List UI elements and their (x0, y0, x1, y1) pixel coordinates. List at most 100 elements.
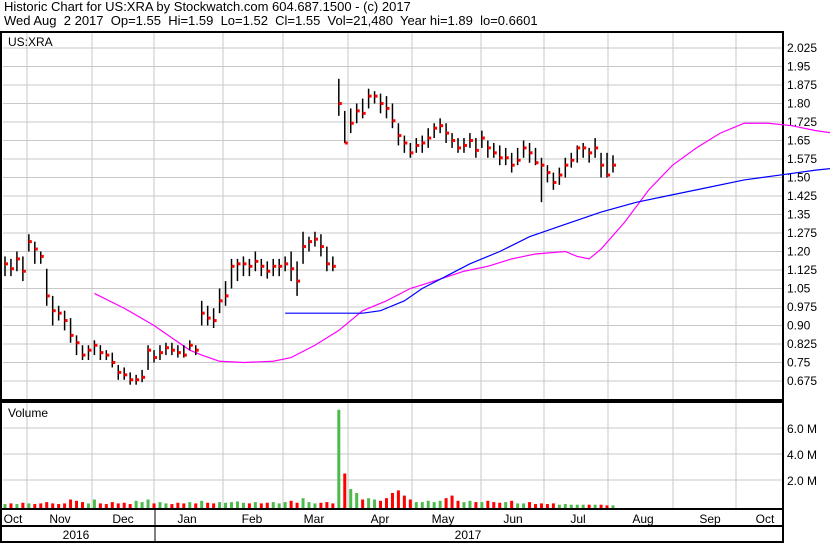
close-tick (10, 267, 14, 271)
price-tick-label: 0.975 (787, 300, 817, 314)
volume-bar (21, 502, 25, 508)
close-tick (487, 146, 491, 150)
close-tick (243, 262, 247, 266)
close-tick (124, 373, 128, 377)
close-tick (195, 348, 199, 352)
month-label: Jan (177, 512, 196, 526)
price-tick-label: 1.125 (787, 263, 817, 277)
close-tick (183, 353, 187, 357)
close-tick (332, 264, 336, 268)
close-tick (5, 262, 8, 266)
close-tick (368, 94, 372, 98)
close-tick (434, 126, 438, 130)
volume-bar (128, 504, 132, 508)
month-label: Feb (242, 512, 263, 526)
close-tick (607, 173, 611, 177)
volume-bar (80, 502, 84, 508)
volume-bar (224, 502, 228, 508)
volume-bar (140, 502, 144, 508)
close-tick (52, 309, 56, 313)
price-tick-label: 1.05 (787, 282, 811, 296)
volume-bar (349, 489, 353, 508)
month-label: Mar (304, 512, 325, 526)
close-tick (303, 245, 307, 249)
volume-bar (474, 502, 478, 508)
close-tick (261, 264, 265, 268)
volume-bar (51, 503, 55, 508)
volume-bar (498, 502, 502, 508)
volume-bar (170, 504, 174, 508)
close-tick (458, 146, 462, 150)
volume-bar (271, 502, 275, 508)
price-tick-label: 2.025 (787, 41, 817, 55)
close-tick (201, 311, 205, 315)
close-tick (171, 348, 175, 352)
close-tick (446, 131, 450, 135)
volume-bar (337, 409, 341, 508)
price-tick-label: 0.90 (787, 319, 811, 333)
close-tick (255, 259, 259, 263)
volume-bar (611, 505, 615, 508)
volume-bar (241, 502, 245, 508)
volume-bar (313, 503, 317, 508)
close-tick (529, 151, 533, 155)
close-tick (416, 143, 420, 147)
month-label: Apr (371, 512, 390, 526)
close-tick (58, 311, 62, 315)
volume-bar (158, 502, 162, 508)
close-tick (440, 124, 444, 128)
month-label: Oct (756, 512, 775, 526)
close-tick (165, 346, 169, 350)
volume-bar (325, 502, 329, 508)
close-tick (76, 341, 80, 345)
close-tick (338, 102, 342, 105)
year-axis (0, 525, 784, 543)
close-tick (350, 121, 354, 125)
close-tick (362, 111, 366, 115)
volume-bar (510, 500, 514, 508)
close-tick (159, 351, 163, 355)
volume-bar (355, 493, 359, 508)
close-tick (469, 139, 473, 142)
month-label: Jun (503, 512, 522, 526)
volume-bar (426, 500, 430, 508)
price-tick-label: 1.425 (787, 189, 817, 203)
close-tick (505, 156, 509, 160)
price-tick-label: 1.575 (787, 152, 817, 166)
volume-bar (390, 493, 394, 508)
close-tick (136, 378, 140, 382)
close-tick (28, 240, 32, 244)
close-tick (481, 136, 485, 140)
close-tick (273, 264, 277, 268)
close-tick (553, 180, 557, 184)
month-label: May (432, 512, 455, 526)
close-tick (428, 136, 432, 140)
volume-bar (468, 500, 472, 508)
close-tick (463, 143, 467, 147)
close-tick (231, 264, 235, 268)
volume-bar (122, 502, 126, 508)
volume-bar (230, 502, 234, 508)
volume-bar (307, 502, 311, 508)
volume-bar (456, 500, 460, 508)
close-tick (511, 163, 515, 167)
close-tick (22, 269, 26, 273)
close-tick (380, 102, 384, 105)
month-label: Sep (699, 512, 721, 526)
volume-bar (384, 498, 388, 508)
price-tick-label: 1.20 (787, 245, 811, 259)
close-tick (106, 353, 110, 357)
volume-bar (9, 503, 13, 508)
volume-bar (57, 504, 61, 508)
close-tick (356, 109, 360, 113)
price-tick-label: 1.275 (787, 226, 817, 240)
price-tick-label: 0.75 (787, 356, 811, 370)
close-tick (595, 146, 599, 150)
volume-tick-label: 6.0 M (787, 422, 817, 436)
close-tick (404, 141, 408, 145)
close-tick (392, 119, 396, 123)
close-tick (40, 254, 44, 258)
volume-bar (75, 500, 79, 508)
volume-bar (253, 502, 257, 508)
price-panel (0, 31, 784, 401)
